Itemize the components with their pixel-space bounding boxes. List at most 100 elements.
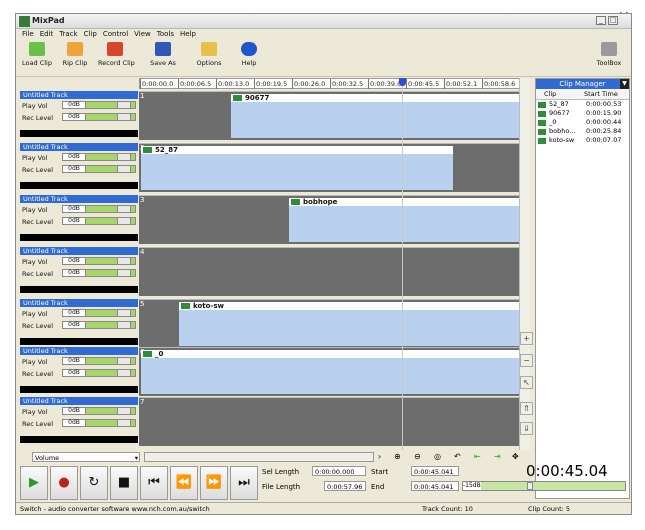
zoom-fit-icon[interactable]: ◎ [434, 452, 441, 461]
clip-52_87[interactable]: 52_87 [141, 146, 453, 190]
list-item[interactable]: _0 0:00:00.44 [536, 118, 629, 127]
track-lane[interactable]: 2 52_87 [139, 143, 522, 192]
play-vol-slider[interactable]: 0dB [62, 153, 136, 161]
go-end-icon[interactable]: ⇥ [494, 452, 501, 461]
slider-knob[interactable] [527, 482, 533, 490]
zoom-in-icon[interactable]: ⊕ [394, 452, 401, 461]
maximize-button[interactable]: □ [608, 16, 618, 25]
go-to-end-button[interactable]: ⏭ [230, 466, 258, 500]
menu-control[interactable]: Control [103, 29, 128, 40]
fast-forward-button[interactable]: ⏩ [200, 466, 228, 500]
track-name[interactable]: Untitled Track [20, 397, 138, 405]
horizontal-scrollbar[interactable] [144, 452, 374, 462]
rec-level-slider[interactable]: 0dB [62, 217, 136, 225]
menu-help[interactable]: Help [180, 29, 196, 40]
rec-level-slider[interactable]: 0dB [62, 321, 136, 329]
slider-knob[interactable] [117, 370, 131, 376]
track-name[interactable]: Untitled Track [20, 195, 138, 203]
stop-button[interactable]: ■ [110, 466, 138, 500]
slider-knob[interactable] [117, 102, 131, 108]
slider-knob[interactable] [117, 114, 131, 120]
move-up-icon[interactable]: ⇑ [520, 402, 533, 415]
play-vol-slider[interactable]: 0dB [62, 309, 136, 317]
move-icon[interactable]: ✥ [512, 452, 519, 461]
track-lane[interactable]: 5 koto-sw [139, 299, 522, 348]
vertical-scrollbar[interactable] [519, 78, 530, 450]
col-clip[interactable]: Clip [544, 90, 556, 98]
clip-koto-sw[interactable]: koto-sw [179, 302, 521, 346]
track-lane[interactable]: 7 [139, 397, 522, 446]
slider-knob[interactable] [117, 154, 131, 160]
record-clip-button[interactable]: Record Clip [98, 42, 135, 67]
list-item[interactable]: 90677 0:00:15.90 [536, 109, 629, 118]
slider-knob[interactable] [117, 408, 131, 414]
playhead-marker[interactable] [399, 78, 406, 86]
start-field[interactable]: 0:00:45.041 [411, 466, 459, 476]
track-name[interactable]: Untitled Track [20, 299, 138, 307]
slider-knob[interactable] [117, 358, 131, 364]
track-lane[interactable]: 1 90677 [139, 91, 522, 140]
slider-knob[interactable] [117, 206, 131, 212]
play-vol-slider[interactable]: 0dB [62, 101, 136, 109]
level-slider[interactable]: -15dB [462, 481, 626, 491]
rec-level-slider[interactable]: 0dB [62, 165, 136, 173]
minimize-button[interactable]: _ [596, 16, 606, 25]
go-start-icon[interactable]: ⇤ [474, 452, 481, 461]
play-vol-slider[interactable]: 0dB [62, 407, 136, 415]
load-clip-button[interactable]: Load Clip [20, 42, 54, 67]
play-vol-slider[interactable]: 0dB [62, 357, 136, 365]
slider-knob[interactable] [117, 322, 131, 328]
record-button[interactable]: ● [50, 466, 78, 500]
menu-edit[interactable]: Edit [40, 29, 54, 40]
sel-length-field[interactable]: 0:00:00.000 [312, 466, 366, 476]
toolbox-button[interactable]: ToolBox [592, 42, 626, 67]
end-field[interactable]: 0:00:45.041 [411, 481, 459, 491]
list-item[interactable]: 52_87 0:00:00.53 [536, 100, 629, 109]
clip-_0[interactable]: _0 [141, 350, 521, 394]
menu-clip[interactable]: Clip [84, 29, 97, 40]
zoom-out-icon[interactable]: − [520, 354, 533, 367]
zoom-in-icon[interactable]: + [520, 332, 533, 345]
slider-knob[interactable] [117, 310, 131, 316]
track-lane[interactable]: 4 [139, 247, 522, 296]
move-down-icon[interactable]: ⇓ [520, 422, 533, 435]
go-to-start-button[interactable]: ⏮ [140, 466, 168, 500]
col-start-time[interactable]: Start Time [584, 90, 618, 98]
volume-select[interactable]: Volume ▾ [32, 452, 140, 462]
rec-level-slider[interactable]: 0dB [62, 369, 136, 377]
zoom-out-icon[interactable]: ⊖ [414, 452, 421, 461]
play-vol-slider[interactable]: 0dB [62, 257, 136, 265]
clip-90677[interactable]: 90677 [231, 94, 521, 138]
slider-knob[interactable] [117, 420, 131, 426]
slider-knob[interactable] [117, 218, 131, 224]
slider-knob[interactable] [117, 166, 131, 172]
slider-knob[interactable] [117, 258, 131, 264]
track-name[interactable]: Untitled Track [20, 143, 138, 151]
rip-clip-button[interactable]: Rip Clip [58, 42, 92, 67]
rec-level-slider[interactable]: 0dB [62, 113, 136, 121]
track-name[interactable]: Untitled Track [20, 347, 138, 355]
play-button[interactable]: ▶ [20, 466, 48, 500]
track-lane[interactable]: 6 _0 [139, 347, 522, 396]
slider-knob[interactable] [117, 270, 131, 276]
track-name[interactable]: Untitled Track [20, 91, 138, 99]
rec-level-slider[interactable]: 0dB [62, 419, 136, 427]
list-item[interactable]: koto-sw 0:00:07.07 [536, 136, 629, 145]
clip-bobhope[interactable]: bobhope [289, 198, 521, 242]
menu-view[interactable]: View [134, 29, 151, 40]
scroll-right-icon[interactable]: › [378, 452, 381, 461]
undo-zoom-icon[interactable]: ↶ [454, 452, 461, 461]
track-name[interactable]: Untitled Track [20, 247, 138, 255]
select-tool-icon[interactable]: ↖ [520, 376, 533, 389]
menu-track[interactable]: Track [59, 29, 77, 40]
save-as-button[interactable]: Save As [146, 42, 180, 67]
timeline-ruler[interactable]: 0:00:00.0 0:00:06.5 0:00:13.0 0:00:19.5 … [139, 78, 523, 89]
loop-button[interactable]: ↻ [80, 466, 108, 500]
menu-file[interactable]: File [22, 29, 34, 40]
menu-tools[interactable]: Tools [157, 29, 174, 40]
play-vol-slider[interactable]: 0dB [62, 205, 136, 213]
chevron-down-icon[interactable]: ▼ [620, 79, 629, 89]
rewind-button[interactable]: ⏪ [170, 466, 198, 500]
rec-level-slider[interactable]: 0dB [62, 269, 136, 277]
list-item[interactable]: bobho... 0:00:25.84 [536, 127, 629, 136]
